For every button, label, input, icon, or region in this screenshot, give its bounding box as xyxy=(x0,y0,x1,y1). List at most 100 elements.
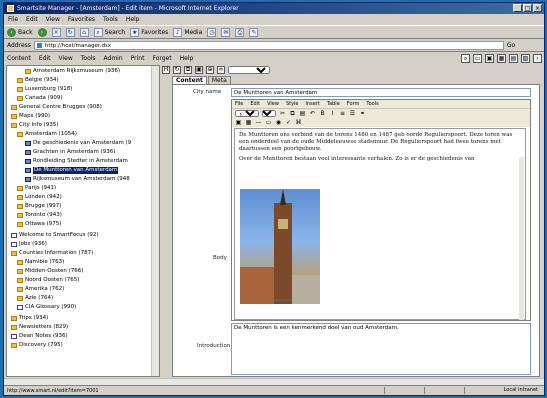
tree-item[interactable]: Azie (764) xyxy=(17,295,53,302)
tree-item[interactable]: Jobs (936) xyxy=(11,241,47,248)
intro-textarea[interactable]: De Munttoren is een kenmerkend doel van … xyxy=(231,323,531,375)
refresh-button[interactable]: ↻ xyxy=(65,27,75,37)
search-button[interactable]: ⌕ Search xyxy=(93,27,125,37)
image-icon[interactable]: ▣ xyxy=(235,119,242,126)
menu-help[interactable]: Help xyxy=(126,16,140,23)
address-input[interactable]: http://host/manager.dsx xyxy=(33,41,504,50)
preview-icon[interactable]: ◉ xyxy=(275,119,282,126)
tree-item[interactable]: Brugge (997) xyxy=(17,203,61,210)
tree-item[interactable]: Discovery (795) xyxy=(11,342,63,349)
forward-button[interactable]: › xyxy=(37,27,47,37)
link-icon[interactable]: ⚭ xyxy=(359,110,366,117)
source-icon[interactable]: ⌘ xyxy=(295,119,302,126)
mail-button[interactable]: ✉ xyxy=(221,27,231,37)
editor-document[interactable]: De Munttoren ons verbind van de torens 1… xyxy=(234,128,526,320)
preview-icon[interactable]: ▣ xyxy=(485,54,494,63)
image-icon[interactable]: ▣ xyxy=(195,66,203,74)
horizontal-scrollbar[interactable] xyxy=(4,378,544,385)
history-button[interactable]: ◷ xyxy=(207,27,217,37)
tree-item[interactable]: Londen (942) xyxy=(17,194,62,201)
app-menu-content[interactable]: Content xyxy=(7,55,31,62)
tree-item[interactable]: Toronto (943) xyxy=(17,212,62,219)
tree-item[interactable]: Dean Notes (936) xyxy=(11,333,68,340)
tree-item[interactable]: City Info (935) xyxy=(11,122,58,129)
bullet-list-icon[interactable]: ☰ xyxy=(349,110,356,117)
tree-item[interactable]: CIA Glossary (990) xyxy=(17,304,76,311)
style-select[interactable]: Normal xyxy=(235,110,259,117)
app-menu-print[interactable]: Print xyxy=(131,55,145,62)
tree-item[interactable]: Ottawa (975) xyxy=(17,221,61,228)
edit-button[interactable]: ✎ xyxy=(249,27,259,37)
editor-menu-file[interactable]: File xyxy=(235,101,243,107)
page-icon[interactable]: ▭ xyxy=(473,54,482,63)
app-menu-tools[interactable]: Tools xyxy=(81,55,96,62)
table-icon[interactable]: ▦ xyxy=(245,119,252,126)
tree-item[interactable]: Welcome to SmartFocus (92) xyxy=(11,232,99,239)
menu-tools[interactable]: Tools xyxy=(103,16,118,23)
size-select[interactable]: 2 xyxy=(262,110,276,117)
tree-item[interactable]: Newsletters (829) xyxy=(11,324,68,331)
tree-item[interactable]: Rijksmuseum van Amsterdam (948 xyxy=(25,176,130,183)
tree-item[interactable]: Belgie (934) xyxy=(17,77,59,84)
tree-item-selected[interactable]: De Munttoren van Amsterdam xyxy=(25,167,119,174)
maximize-button[interactable]: □ xyxy=(523,4,532,12)
media-button[interactable]: ♪ Media xyxy=(173,27,202,37)
search-icon[interactable]: ⌕ xyxy=(461,54,470,63)
editor-menu-edit[interactable]: Edit xyxy=(250,101,260,107)
editor-menu-view[interactable]: View xyxy=(267,101,279,107)
copy-icon[interactable]: ⧉ xyxy=(184,66,192,74)
editor-menu-table[interactable]: Table xyxy=(327,101,340,107)
link-icon[interactable]: ∞ xyxy=(217,66,225,74)
italic-icon[interactable]: I xyxy=(329,110,336,117)
favorites-button[interactable]: ★ Favorites xyxy=(130,27,168,37)
cut-icon[interactable]: ✂ xyxy=(279,110,286,117)
app-menu-forget[interactable]: Forget xyxy=(152,55,171,62)
tree-item[interactable]: Trips (934) xyxy=(11,315,48,322)
ordered-list-icon[interactable]: ≡ xyxy=(339,110,346,117)
spell-icon[interactable]: ✓ xyxy=(285,119,292,126)
tree-item[interactable]: Parijs (941) xyxy=(17,185,56,192)
stop-button[interactable]: × xyxy=(51,27,61,37)
editor-menu-insert[interactable]: Insert xyxy=(306,101,320,107)
app-menu-admin[interactable]: Admin xyxy=(104,55,123,62)
close-button[interactable]: × xyxy=(533,4,542,12)
menu-favorites[interactable]: Favorites xyxy=(68,16,95,23)
tree-item[interactable]: Luxemburg (918) xyxy=(17,86,72,93)
tree-item[interactable]: Canada (909) xyxy=(17,95,62,102)
refresh-icon[interactable]: ↻ xyxy=(173,66,181,74)
tree-item[interactable]: Grachten in Amsterdam (936) xyxy=(25,149,115,156)
rule-icon[interactable]: — xyxy=(255,119,262,126)
editor-menu-style[interactable]: Style xyxy=(286,101,299,107)
app-menu-view[interactable]: View xyxy=(59,55,73,62)
editor-scrollbar[interactable] xyxy=(519,157,524,320)
tree-item[interactable]: Maps (990) xyxy=(11,113,50,120)
minimize-button[interactable]: _ xyxy=(513,4,522,12)
bold-icon[interactable]: B xyxy=(319,110,326,117)
menu-edit[interactable]: Edit xyxy=(26,16,38,23)
layout-icon[interactable]: ▦ xyxy=(497,54,506,63)
tree-item[interactable]: Amsterdam (1054) xyxy=(17,131,77,138)
app-menu-help[interactable]: Help xyxy=(180,55,194,62)
undo-icon[interactable]: ↶ xyxy=(309,110,316,117)
tree-scrollbar[interactable] xyxy=(151,66,159,376)
settings-icon[interactable]: ▧ xyxy=(521,54,530,63)
save-icon[interactable]: H xyxy=(162,66,170,74)
menu-view[interactable]: View xyxy=(46,16,60,23)
editor-menu-form[interactable]: Form xyxy=(347,101,360,107)
copy-icon[interactable]: ⧉ xyxy=(289,110,296,118)
frame-icon[interactable]: ▭ xyxy=(265,119,272,126)
tree-item[interactable]: Noord Oosten (765) xyxy=(17,277,79,284)
menu-file[interactable]: File xyxy=(8,16,18,23)
city-name-input[interactable]: De Munttoren van Amsterdam xyxy=(231,88,531,97)
tree-item[interactable]: General Centre Brugges (908) xyxy=(11,104,102,111)
editor-menu-tools[interactable]: Tools xyxy=(366,101,378,107)
tree-item[interactable]: Amerika (762) xyxy=(17,286,64,293)
app-menu-edit[interactable]: Edit xyxy=(39,55,51,62)
back-button[interactable]: ‹ Back xyxy=(7,27,33,37)
tree-item[interactable]: Midden-Oosten (766) xyxy=(17,268,83,275)
tree-item[interactable]: Rondleiding Stedter in Amsterdam xyxy=(25,158,128,165)
paste-icon[interactable]: ▤ xyxy=(299,110,306,117)
arrow-right-icon[interactable]: › xyxy=(533,54,542,63)
tree-item[interactable]: De geschiedenis van Amsterdam (9 xyxy=(25,140,131,147)
globe-icon[interactable]: ⊕ xyxy=(206,66,214,74)
